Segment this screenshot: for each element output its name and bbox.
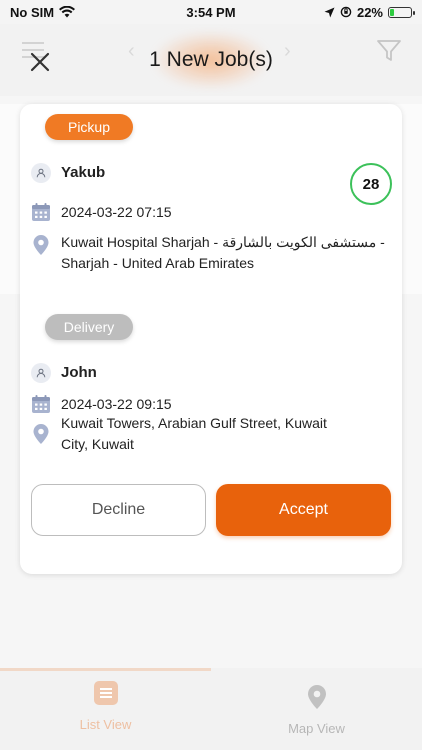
job-card: Pickup 28 Yakub 2024-03-22 07:15 Kuwait …: [20, 104, 402, 574]
battery-icon: [388, 6, 415, 18]
location-pin-icon-wrap: [30, 423, 52, 445]
delivery-address: Kuwait Towers, Arabian Gulf Street, Kuwa…: [61, 415, 327, 452]
pickup-datetime: 2024-03-22 07:15: [61, 204, 172, 220]
pickup-date-row: 2024-03-22 07:15: [30, 201, 172, 223]
location-pin-icon-wrap: [30, 234, 52, 256]
delivery-date-row: 2024-03-22 09:15: [30, 393, 172, 415]
location-arrow-icon: [324, 7, 335, 17]
avatar: [31, 363, 51, 383]
page-title: 1 New Job(s): [149, 48, 273, 71]
battery-percent: 22%: [356, 4, 383, 20]
avatar: [31, 163, 51, 183]
location-pin-icon: [33, 235, 49, 255]
tab-map-view-label: Map View: [288, 721, 345, 736]
status-time: 3:54 PM: [186, 4, 236, 20]
calendar-icon: [32, 395, 50, 413]
tab-list-view[interactable]: List View: [0, 680, 211, 732]
wifi-icon: [59, 6, 76, 18]
user-icon-wrap: [30, 162, 52, 184]
carrier-label: No SIM: [10, 4, 55, 20]
pickup-badge: Pickup: [45, 114, 133, 140]
delivery-name-row: John: [30, 362, 97, 384]
accept-button[interactable]: Accept: [216, 484, 391, 536]
status-bar: No SIM 3:54 PM 22%: [0, 0, 422, 24]
calendar-icon-wrap: [30, 393, 52, 415]
orientation-lock-icon: [340, 6, 352, 18]
delivery-contact-name: John: [61, 364, 97, 381]
status-right: 22%: [324, 4, 415, 20]
calendar-icon-wrap: [30, 201, 52, 223]
battery-fill: [390, 8, 395, 16]
decline-button[interactable]: Decline: [31, 484, 206, 536]
job-count-badge: 28: [350, 163, 392, 205]
pickup-address: Kuwait Hospital Sharjah - مستشفى الكويت …: [61, 234, 385, 271]
pickup-address-row: Kuwait Hospital Sharjah - مستشفى الكويت …: [30, 232, 396, 274]
delivery-datetime: 2024-03-22 09:15: [61, 396, 172, 412]
delivery-badge: Delivery: [45, 314, 133, 340]
location-pin-icon: [33, 424, 49, 444]
delivery-address-row: Kuwait Towers, Arabian Gulf Street, Kuwa…: [30, 415, 351, 455]
list-icon: [93, 681, 118, 705]
user-icon: [36, 368, 46, 378]
pickup-name-row: Yakub: [30, 162, 105, 184]
status-left: No SIM: [10, 4, 76, 20]
user-icon: [36, 168, 46, 178]
calendar-icon: [32, 203, 50, 221]
tab-list-view-label: List View: [79, 717, 132, 732]
pickup-contact-name: Yakub: [61, 164, 106, 181]
user-icon-wrap: [30, 362, 52, 384]
active-tab-indicator: [0, 668, 211, 671]
map-pin-icon: [307, 685, 326, 709]
tab-map-view[interactable]: Map View: [211, 684, 422, 736]
